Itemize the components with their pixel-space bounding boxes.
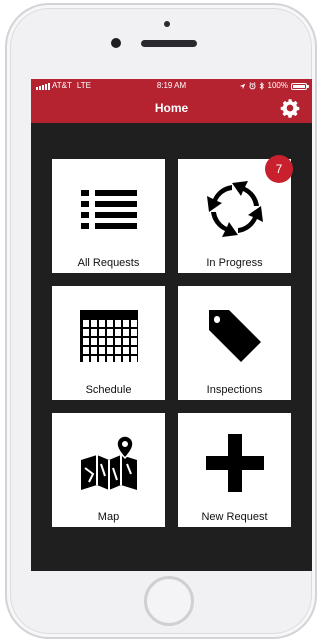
- battery-percent: 100%: [267, 81, 288, 90]
- status-right: 100%: [239, 79, 309, 93]
- tile-icon-wrap: [52, 306, 165, 366]
- app-screen: AT&T LTE 8:19 AM 100% Home All Requests …: [31, 79, 312, 571]
- tile-icon-wrap: [178, 306, 291, 366]
- calendar-cell: [122, 338, 129, 345]
- calendar-cell: [82, 320, 89, 327]
- calendar-cell: [90, 347, 97, 354]
- calendar-cell: [90, 356, 97, 362]
- tile-icon-wrap: [52, 179, 165, 239]
- calendar-cell: [122, 320, 129, 327]
- refresh-arrows-icon: [206, 181, 263, 237]
- tile-label: Map: [97, 511, 120, 523]
- battery-icon: [291, 82, 309, 90]
- calendar-cell: [90, 329, 97, 336]
- calendar-cell: [130, 329, 137, 336]
- earpiece-speaker: [141, 40, 197, 47]
- in-progress-count-badge: 7: [265, 155, 293, 183]
- calendar-cell: [130, 347, 137, 354]
- calendar-cell: [130, 320, 137, 327]
- tile-icon-wrap: [178, 179, 291, 239]
- battery-fill: [293, 84, 305, 88]
- settings-button[interactable]: [280, 98, 300, 118]
- calendar-cell: [98, 329, 105, 336]
- tag-icon: [208, 310, 261, 362]
- map-pin-icon: [80, 435, 137, 490]
- calendar-cell: [122, 356, 129, 362]
- gear-icon: [280, 99, 300, 118]
- plus-icon: [205, 434, 264, 492]
- page-title: Home: [154, 101, 189, 115]
- tile-all-requests[interactable]: All Requests: [52, 159, 165, 273]
- calendar-icon: [79, 310, 138, 362]
- calendar-cell: [82, 329, 89, 336]
- calendar-cell: [114, 338, 121, 345]
- tile-inspections[interactable]: Inspections: [178, 286, 291, 400]
- front-camera: [111, 38, 121, 48]
- calendar-cell: [98, 320, 105, 327]
- alarm-icon: [248, 82, 256, 90]
- calendar-cell: [90, 320, 97, 327]
- calendar-cell: [122, 329, 129, 336]
- calendar-cell: [114, 320, 121, 327]
- calendar-cell: [82, 347, 89, 354]
- calendar-cell: [98, 347, 105, 354]
- tile-icon-wrap: [52, 433, 165, 493]
- navigation-bar: Home: [31, 93, 312, 123]
- home-button[interactable]: [144, 576, 194, 626]
- tile-label: In Progress: [206, 257, 263, 269]
- tile-icon-wrap: [178, 433, 291, 493]
- calendar-cell: [98, 356, 105, 362]
- bluetooth-icon: [259, 82, 264, 90]
- calendar-cell: [114, 329, 121, 336]
- calendar-cell: [106, 347, 113, 354]
- calendar-cell: [114, 356, 121, 362]
- calendar-cell: [82, 338, 89, 345]
- tile-map[interactable]: Map: [52, 413, 165, 527]
- tile-label: New Request: [201, 511, 268, 523]
- list-icon: [80, 190, 137, 229]
- calendar-cell: [114, 347, 121, 354]
- calendar-cell: [122, 347, 129, 354]
- tile-label: Inspections: [206, 384, 263, 396]
- calendar-cell: [130, 356, 137, 362]
- calendar-cell: [106, 338, 113, 345]
- tile-label: All Requests: [77, 257, 140, 269]
- calendar-cell: [98, 338, 105, 345]
- status-bar: AT&T LTE 8:19 AM 100%: [31, 79, 312, 93]
- proximity-sensor: [164, 21, 170, 27]
- tile-new-request[interactable]: New Request: [178, 413, 291, 527]
- phone-frame: AT&T LTE 8:19 AM 100% Home All Requests …: [5, 3, 317, 639]
- tile-label: Schedule: [85, 384, 132, 396]
- calendar-cell: [130, 338, 137, 345]
- calendar-cell: [90, 338, 97, 345]
- calendar-cell: [106, 356, 113, 362]
- location-icon: [239, 83, 245, 89]
- calendar-cell: [106, 329, 113, 336]
- tile-schedule[interactable]: Schedule: [52, 286, 165, 400]
- calendar-cell: [106, 320, 113, 327]
- calendar-cell: [82, 356, 89, 362]
